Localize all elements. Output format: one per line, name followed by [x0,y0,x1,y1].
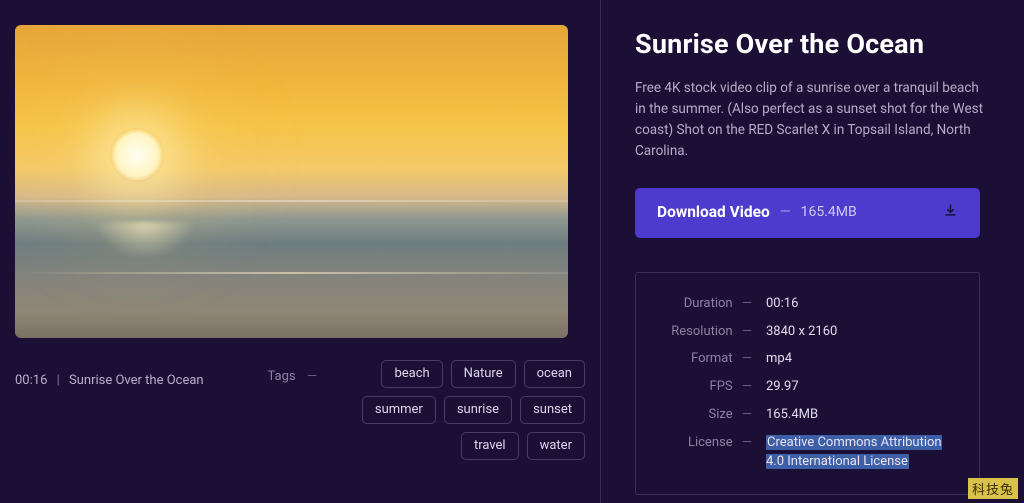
tag-water[interactable]: water [527,432,585,460]
page-title: Sunrise Over the Ocean [635,28,1000,60]
download-label: Download Video [657,203,770,221]
download-button[interactable]: Download Video — 165.4MB [635,188,980,238]
tag-summer[interactable]: summer [362,396,436,424]
watermark: 科技兔 [968,478,1018,499]
video-description: Free 4K stock video clip of a sunrise ov… [635,78,985,162]
video-preview[interactable] [15,25,568,338]
meta-resolution: 3840 x 2160 [766,323,837,342]
download-icon [943,203,958,222]
tags-label: Tags — [268,369,318,384]
tag-sunrise[interactable]: sunrise [444,396,512,424]
tag-nature[interactable]: Nature [451,360,516,388]
metadata-box: Duration — 00:16 Resolution — 3840 x 216… [635,272,980,495]
meta-fps: 29.97 [766,378,799,397]
meta-duration: 00:16 [766,295,798,314]
meta-license[interactable]: Creative Commons Attribution 4.0 Interna… [766,434,955,472]
tag-travel[interactable]: travel [461,432,519,460]
tag-beach[interactable]: beach [381,360,442,388]
meta-format: mp4 [766,350,792,369]
tag-ocean[interactable]: ocean [524,360,585,388]
caption-title: Sunrise Over the Ocean [69,373,204,388]
tag-sunset[interactable]: sunset [520,396,585,424]
tags-list: beach Nature ocean summer sunrise sunsettrave… [325,360,585,460]
video-caption: 00:16 | Sunrise Over the Ocean [15,373,204,388]
meta-size: 165.4MB [766,406,818,425]
caption-duration: 00:16 [15,373,47,388]
download-size: 165.4MB [801,204,857,220]
